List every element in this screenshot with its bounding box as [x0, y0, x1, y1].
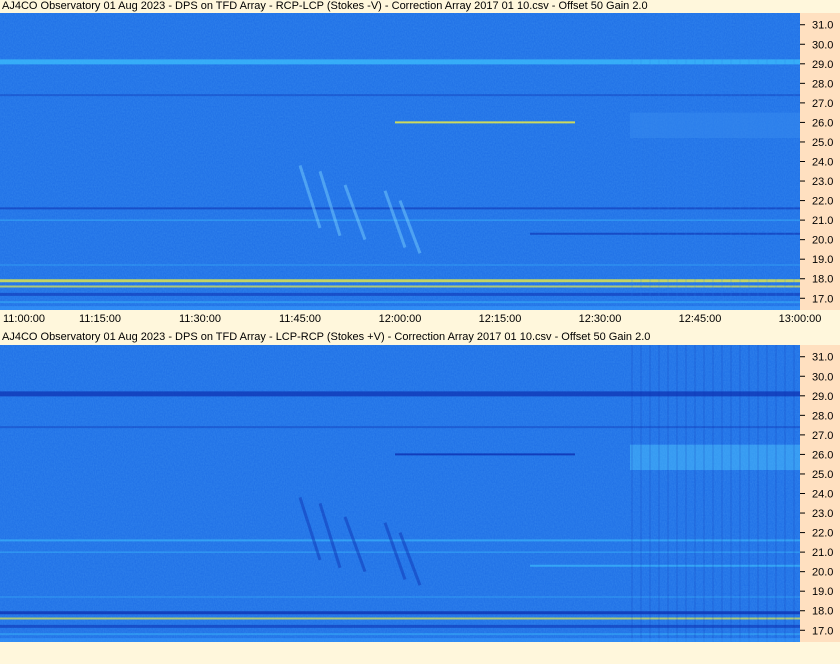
freq-tick-top-label: 21.0: [812, 215, 833, 227]
freq-tick-top-label: 18.0: [812, 274, 833, 286]
freq-tick-top-label: 30.0: [812, 39, 833, 51]
freq-tick-top-label: 26.0: [812, 117, 833, 129]
time-tick-label: 12:30:00: [578, 313, 622, 325]
freq-tick-bottom-label: 31.0: [812, 352, 833, 364]
freq-tick-bottom-label: 21.0: [812, 547, 833, 559]
freq-tick-bottom-label: 19.0: [812, 586, 833, 598]
freq-tick-top-label: 22.0: [812, 196, 833, 208]
freq-tick-bottom-label: 23.0: [812, 508, 833, 520]
freq-tick-top-label: 27.0: [812, 98, 833, 110]
spectrogram-top: 31.0 30.0 29.0 28.0 27.0 26.0 25.0 24.0 23.0 22.0…: [0, 13, 840, 310]
panel-top-title: AJ4CO Observatory 01 Aug 2023 - DPS on T…: [2, 0, 648, 12]
freq-tick-top-label: 19.0: [812, 254, 833, 266]
time-tick-label: 13:00:00: [778, 313, 822, 325]
spectrogram-bottom: 31.0 30.0 29.0 28.0 27.0 26.0 25.0 24.0 23.0 22.0…: [0, 345, 840, 642]
freq-tick-top-label: 28.0: [812, 78, 833, 90]
freq-tick-bottom-label: 20.0: [812, 567, 833, 579]
time-tick-label: 12:45:00: [678, 313, 722, 325]
freq-tick-bottom-label: 24.0: [812, 489, 833, 501]
time-tick-label: 12:00:00: [378, 313, 422, 325]
freq-tick-top-label: 23.0: [812, 176, 833, 188]
panel-bottom-title: AJ4CO Observatory 01 Aug 2023 - DPS on T…: [2, 331, 651, 343]
freq-tick-top-label: 25.0: [812, 137, 833, 149]
freq-tick-bottom-label: 25.0: [812, 469, 833, 481]
time-axis: 11:00:00 11:15:00 11:30:00 11:45:00 12:00:00…: [0, 310, 840, 330]
freq-tick-bottom-label: 29.0: [812, 391, 833, 403]
freq-tick-top-label: 29.0: [812, 59, 833, 71]
freq-tick-top-label: 17.0: [812, 293, 833, 305]
panel-bottom: 31.0 30.0 29.0 28.0 27.0 26.0 25.0 24.0 23.0 22.0…: [0, 345, 840, 642]
freq-tick-top-label: 24.0: [812, 157, 833, 169]
freq-tick-bottom-label: 17.0: [812, 625, 833, 637]
freq-tick-bottom-label: 28.0: [812, 410, 833, 422]
time-tick-label: 11:15:00: [78, 313, 122, 325]
time-tick-label: 11:30:00: [178, 313, 222, 325]
time-tick-label: 11:00:00: [2, 313, 46, 325]
freq-tick-bottom-label: 26.0: [812, 449, 833, 461]
freq-tick-bottom-label: 18.0: [812, 606, 833, 618]
time-tick-label: 11:45:00: [278, 313, 322, 325]
time-tick-label: 12:15:00: [478, 313, 522, 325]
freq-tick-top-label: 31.0: [812, 20, 833, 32]
freq-tick-bottom-label: 30.0: [812, 371, 833, 383]
freq-tick-bottom-label: 22.0: [812, 528, 833, 540]
freq-tick-bottom-label: 27.0: [812, 430, 833, 442]
panel-top: 31.0 30.0 29.0 28.0 27.0 26.0 25.0 24.0 23.0 22.0…: [0, 13, 840, 310]
freq-tick-top-label: 20.0: [812, 235, 833, 247]
